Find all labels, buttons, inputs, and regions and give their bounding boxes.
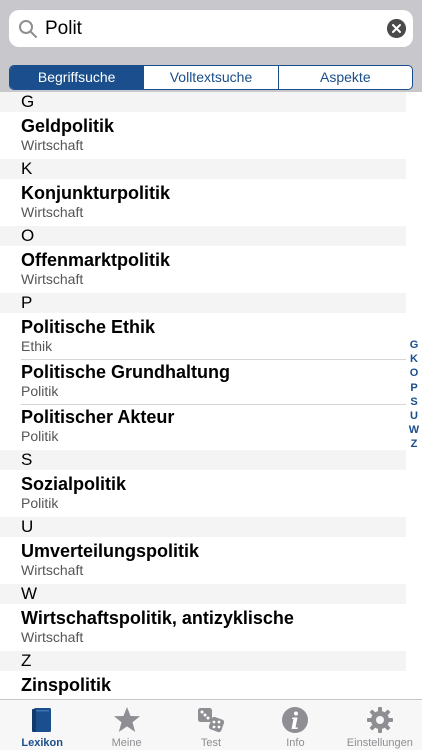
list-item[interactable]: Politische Ethik Ethik — [0, 313, 406, 360]
search-bar[interactable]: Polit — [9, 10, 413, 47]
segment-begriffsuche[interactable]: Begriffsuche — [10, 66, 144, 89]
list-item[interactable]: Politischer Akteur Politik — [0, 403, 406, 450]
section-header-o: O — [0, 226, 406, 246]
tab-einstellungen[interactable]: Einstellungen — [338, 700, 422, 750]
section-letter: O — [21, 226, 35, 245]
section-header-z: Z — [0, 651, 406, 671]
entry-title: Geldpolitik — [21, 116, 115, 136]
tab-label: Info — [286, 737, 305, 749]
dice-icon — [198, 708, 225, 733]
tab-label: Test — [200, 737, 222, 749]
entry-category: Ethik — [21, 338, 53, 354]
tab-bar: Lexikon Meine Test Info Einstellungen — [0, 699, 422, 750]
book-icon — [32, 708, 52, 732]
search-area: Polit Begriffsuche Volltextsuche Aspekte — [0, 0, 422, 92]
entry-title: Wirtschaftspolitik, antizyklische — [21, 608, 294, 628]
tab-label: Meine — [111, 737, 142, 749]
section-header-k: K — [0, 159, 406, 179]
list-item[interactable]: Umverteilungspolitik Wirtschaft — [0, 537, 406, 584]
entry-category: Wirtschaft — [21, 271, 84, 287]
tab-info[interactable]: Info — [253, 700, 337, 750]
clear-search-icon[interactable] — [387, 19, 406, 38]
tab-label: Lexikon — [21, 737, 63, 749]
entry-title: Umverteilungspolitik — [21, 541, 200, 561]
index-letter-p[interactable]: P — [406, 381, 422, 395]
list-item[interactable]: Konjunkturpolitik Wirtschaft — [0, 179, 406, 226]
section-letter: S — [21, 450, 33, 469]
list-item[interactable]: Offenmarktpolitik Wirtschaft — [0, 246, 406, 293]
entry-title: Sozialpolitik — [21, 474, 127, 494]
index-letter-s[interactable]: S — [406, 395, 422, 409]
section-letter: W — [21, 584, 38, 603]
entry-title: Politische Ethik — [21, 317, 156, 337]
search-input[interactable]: Polit — [45, 17, 82, 41]
segment-volltextsuche[interactable]: Volltextsuche — [143, 66, 277, 89]
index-letter-z[interactable]: Z — [406, 437, 422, 451]
star-icon — [113, 707, 140, 732]
section-header-s: S — [0, 450, 406, 470]
section-letter: K — [21, 159, 33, 178]
entry-category: Wirtschaft — [21, 562, 84, 578]
section-header-w: W — [0, 584, 406, 604]
list-item[interactable]: Geldpolitik Wirtschaft — [0, 112, 406, 159]
tab-label: Einstellungen — [346, 737, 413, 749]
index-letter-k[interactable]: K — [406, 352, 422, 366]
index-letter-g[interactable]: G — [406, 338, 422, 352]
entry-title: Offenmarktpolitik — [21, 250, 171, 270]
entry-category: Wirtschaft — [21, 137, 84, 153]
list-item[interactable]: Sozialpolitik Politik — [0, 470, 406, 517]
entry-title: Politische Grundhaltung — [21, 362, 231, 382]
segment-aspekte[interactable]: Aspekte — [277, 66, 412, 89]
entry-category: Politik — [21, 428, 59, 444]
entry-category: Wirtschaft — [21, 204, 84, 220]
section-header-g: G — [0, 92, 406, 112]
entry-category: Politik — [21, 495, 59, 511]
entry-title: Politischer Akteur — [21, 407, 175, 427]
section-index[interactable]: G K O P S U W Z — [406, 338, 422, 452]
section-letter: G — [21, 92, 35, 111]
section-header-p: P — [0, 293, 406, 313]
tab-test[interactable]: Test — [169, 700, 253, 750]
entry-title: Zinspolitik — [21, 675, 111, 695]
index-letter-o[interactable]: O — [406, 366, 422, 380]
entry-category: Wirtschaft — [21, 629, 84, 645]
search-icon — [19, 20, 37, 38]
section-letter: U — [21, 517, 34, 536]
entry-category: Politik — [21, 383, 59, 399]
list-item[interactable]: Wirtschaftspolitik, antizyklische Wirtsc… — [0, 604, 406, 651]
tab-meine[interactable]: Meine — [84, 700, 168, 750]
gear-icon — [366, 707, 393, 733]
index-letter-w[interactable]: W — [406, 423, 422, 437]
search-mode-segmented-control: Begriffsuche Volltextsuche Aspekte — [9, 65, 413, 90]
section-header-u: U — [0, 517, 406, 537]
section-letter: Z — [21, 651, 32, 670]
section-letter: P — [21, 293, 33, 312]
info-icon — [282, 707, 309, 733]
list-item[interactable]: Politische Grundhaltung Politik — [0, 358, 406, 405]
tab-lexikon[interactable]: Lexikon — [0, 700, 84, 750]
entry-title: Konjunkturpolitik — [21, 183, 170, 203]
index-letter-u[interactable]: U — [406, 409, 422, 423]
